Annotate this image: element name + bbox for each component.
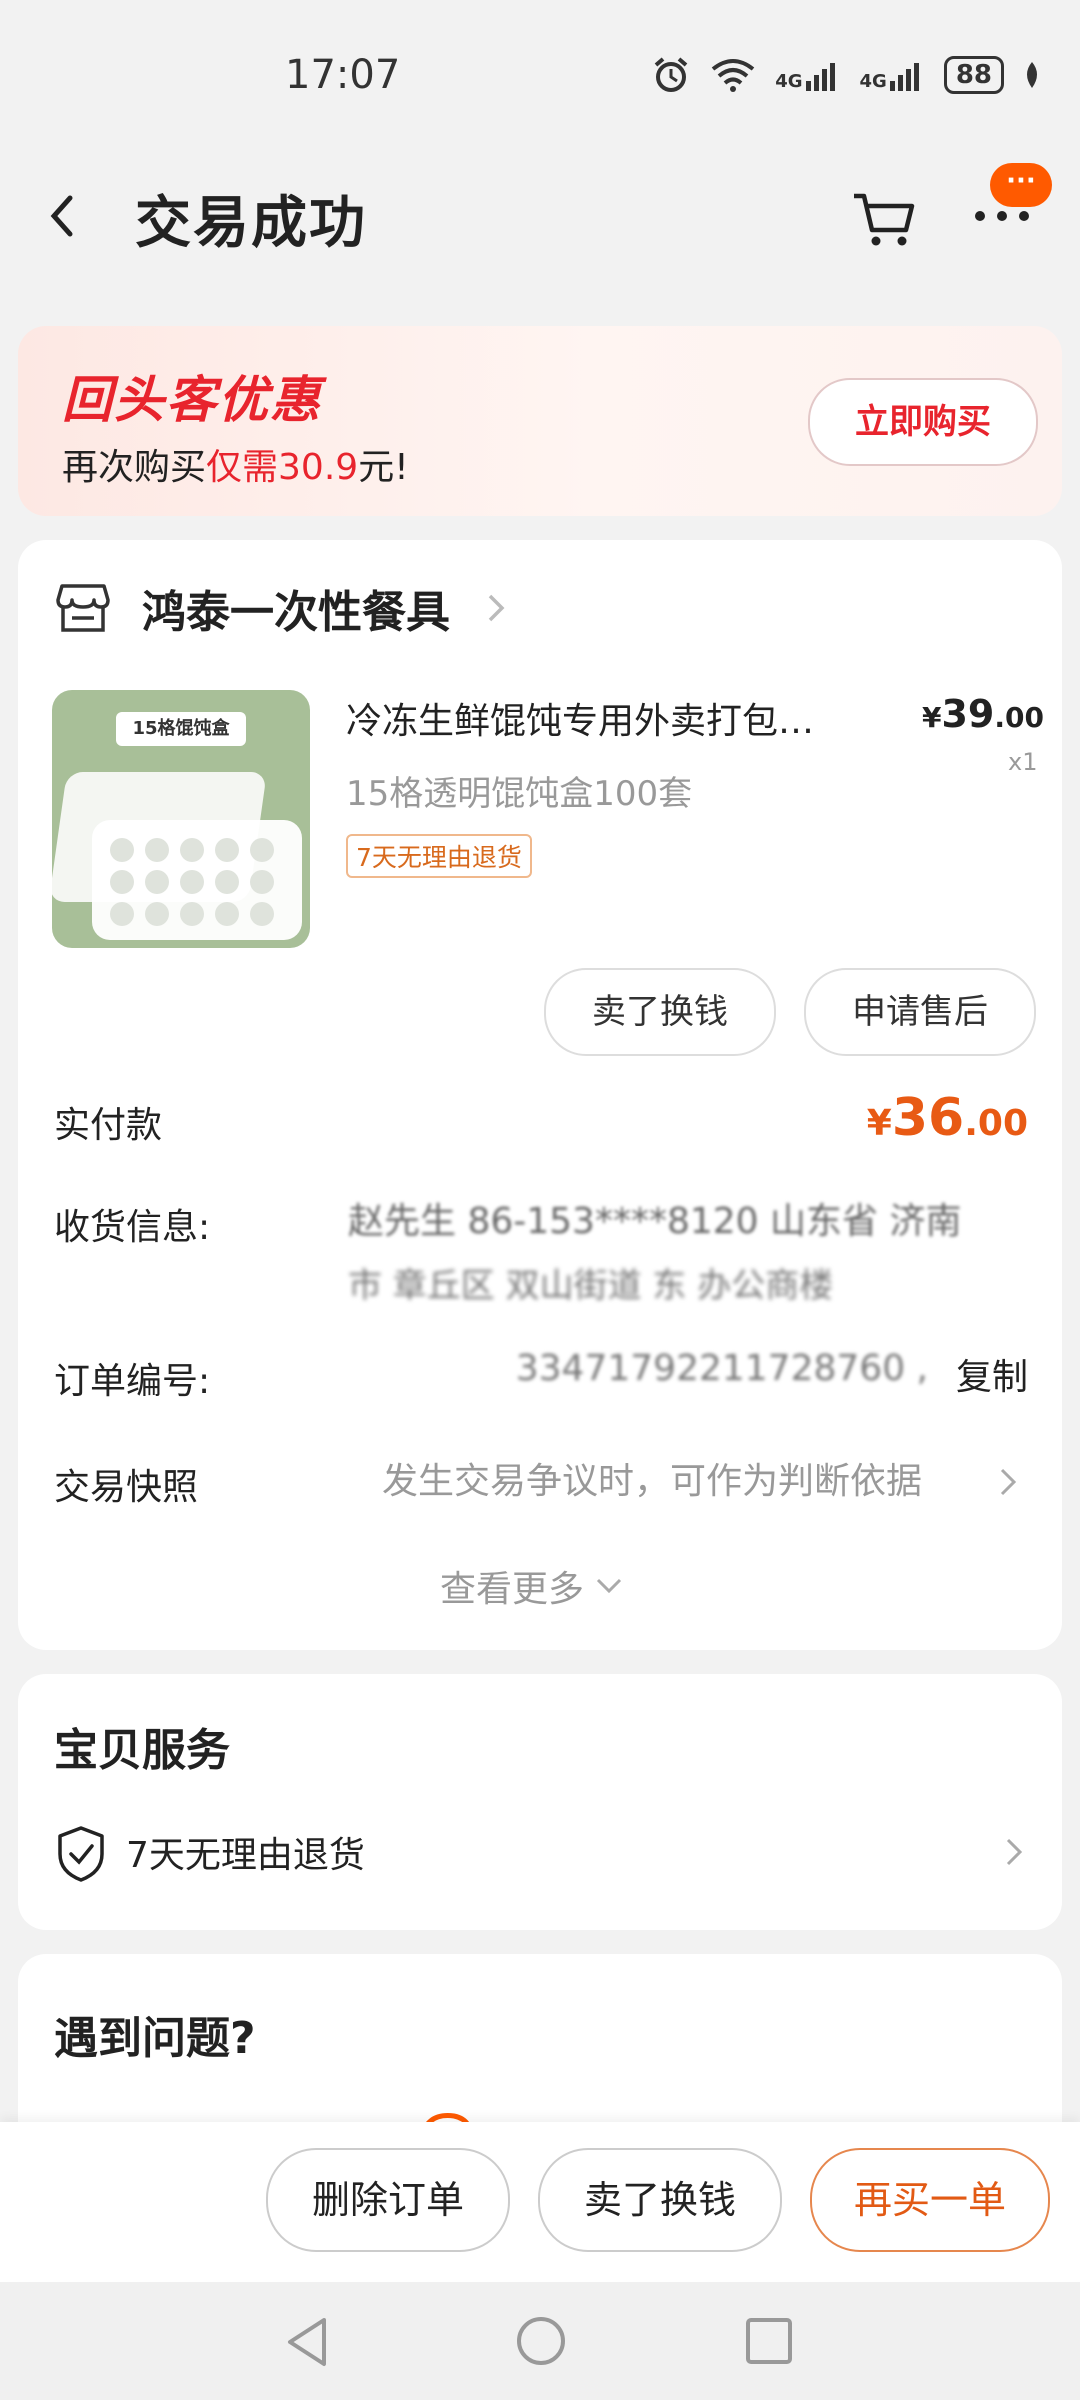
promo-subtitle: 再次购买仅需30.9元!: [62, 438, 409, 490]
page-title: 交易成功: [135, 191, 367, 256]
leaf-icon: [1027, 62, 1037, 88]
help-title: 遇到问题?: [54, 2013, 256, 2064]
bottom-action-bar: 删除订单 卖了换钱 再买一单: [0, 2122, 1080, 2282]
message-badge[interactable]: ···: [990, 163, 1052, 207]
promo-subtitle-suffix: 元!: [358, 447, 409, 488]
product-price-dec: .00: [994, 701, 1044, 734]
order-card: 鸿泰一次性餐具 15格馄饨盒 冷冻生鲜馄饨专用外卖打包… ¥39.00 x1 1…: [18, 540, 1062, 1650]
chevron-down-icon: [596, 1578, 622, 1594]
address-line-2: 市 章丘区 双山街道 东 办公商楼: [348, 1266, 834, 1306]
signal-icon: [889, 63, 919, 91]
buy-now-button[interactable]: 立即购买: [808, 378, 1038, 466]
promo-title: 回头客优惠: [62, 371, 322, 429]
product-image[interactable]: 15格馄饨盒: [52, 690, 310, 948]
service-title: 宝贝服务: [54, 1725, 230, 1776]
paid-dec: .00: [964, 1103, 1028, 1144]
wifi-icon: [711, 59, 755, 92]
back-icon[interactable]: [42, 186, 82, 246]
product-price-symbol: ¥: [922, 701, 942, 734]
chevron-right-icon[interactable]: [998, 1464, 1018, 1500]
product-price-int: 39: [941, 692, 995, 736]
chevron-right-icon[interactable]: [484, 588, 508, 628]
product-image-label: 15格馄饨盒: [116, 712, 246, 746]
promo-subtitle-prefix: 再次购买: [62, 447, 207, 488]
product-price: ¥39.00: [922, 692, 1044, 736]
cart-icon[interactable]: [848, 188, 918, 248]
sell-for-cash-bottom-button[interactable]: 卖了换钱: [538, 2148, 782, 2252]
order-number-label: 订单编号:: [54, 1361, 211, 1402]
paid-symbol: ¥: [866, 1103, 892, 1144]
address-label: 收货信息:: [54, 1207, 211, 1248]
shop-name[interactable]: 鸿泰一次性餐具: [142, 576, 450, 640]
sell-for-cash-button[interactable]: 卖了换钱: [544, 968, 776, 1056]
snapshot-hint[interactable]: 发生交易争议时，可作为判断依据: [382, 1452, 922, 1504]
store-icon: [56, 584, 110, 632]
status-icons: 4G 4G 88: [651, 55, 1042, 95]
nav-back-icon[interactable]: [282, 2314, 332, 2370]
see-more-label: 查看更多: [440, 1569, 585, 1610]
chevron-right-icon[interactable]: [1004, 1834, 1024, 1870]
service-item-return[interactable]: 7天无理由退货: [126, 1826, 365, 1878]
status-time: 17:07: [285, 52, 401, 98]
paid-int: 36: [891, 1088, 965, 1148]
alarm-icon: [654, 57, 688, 92]
return-policy-tag: 7天无理由退货: [346, 834, 532, 878]
order-number-value: 33471792211728760 ,: [515, 1348, 928, 1389]
container-tray-illustration: [52, 772, 302, 940]
product-spec: 15格透明馄饨盒100套: [346, 774, 693, 814]
paid-amount: ¥36.00: [867, 1088, 1028, 1148]
buy-again-button[interactable]: 再买一单: [810, 2148, 1050, 2252]
service-card: 宝贝服务 7天无理由退货: [18, 1674, 1062, 1930]
system-nav-bar: [0, 2282, 1080, 2400]
product-quantity: x1: [1008, 748, 1038, 776]
promo-subtitle-highlight: 仅需30.9: [206, 447, 359, 488]
after-sale-button[interactable]: 申请售后: [804, 968, 1036, 1056]
delete-order-button[interactable]: 删除订单: [266, 2148, 510, 2252]
signal-icon: [805, 63, 835, 91]
network-type-2: 4G: [859, 71, 887, 92]
nav-recents-icon[interactable]: [744, 2316, 794, 2366]
network-type-1: 4G: [775, 71, 803, 92]
copy-button[interactable]: 复制: [956, 1348, 1028, 1400]
shield-check-icon: [58, 1826, 104, 1882]
see-more-link[interactable]: 查看更多: [440, 1560, 624, 1612]
product-title[interactable]: 冷冻生鲜馄饨专用外卖打包…: [346, 692, 886, 744]
signal-1: 4G: [775, 59, 841, 91]
returning-customer-banner: 回头客优惠 再次购买仅需30.9元! 立即购买: [18, 326, 1062, 516]
nav-home-icon[interactable]: [514, 2314, 568, 2368]
address-line-1: 赵先生 86-153****8120 山东省 济南: [348, 1201, 962, 1242]
snapshot-label[interactable]: 交易快照: [54, 1458, 198, 1510]
battery-indicator: 88: [943, 56, 1004, 94]
signal-2: 4G: [860, 59, 926, 91]
paid-label: 实付款: [54, 1105, 163, 1146]
